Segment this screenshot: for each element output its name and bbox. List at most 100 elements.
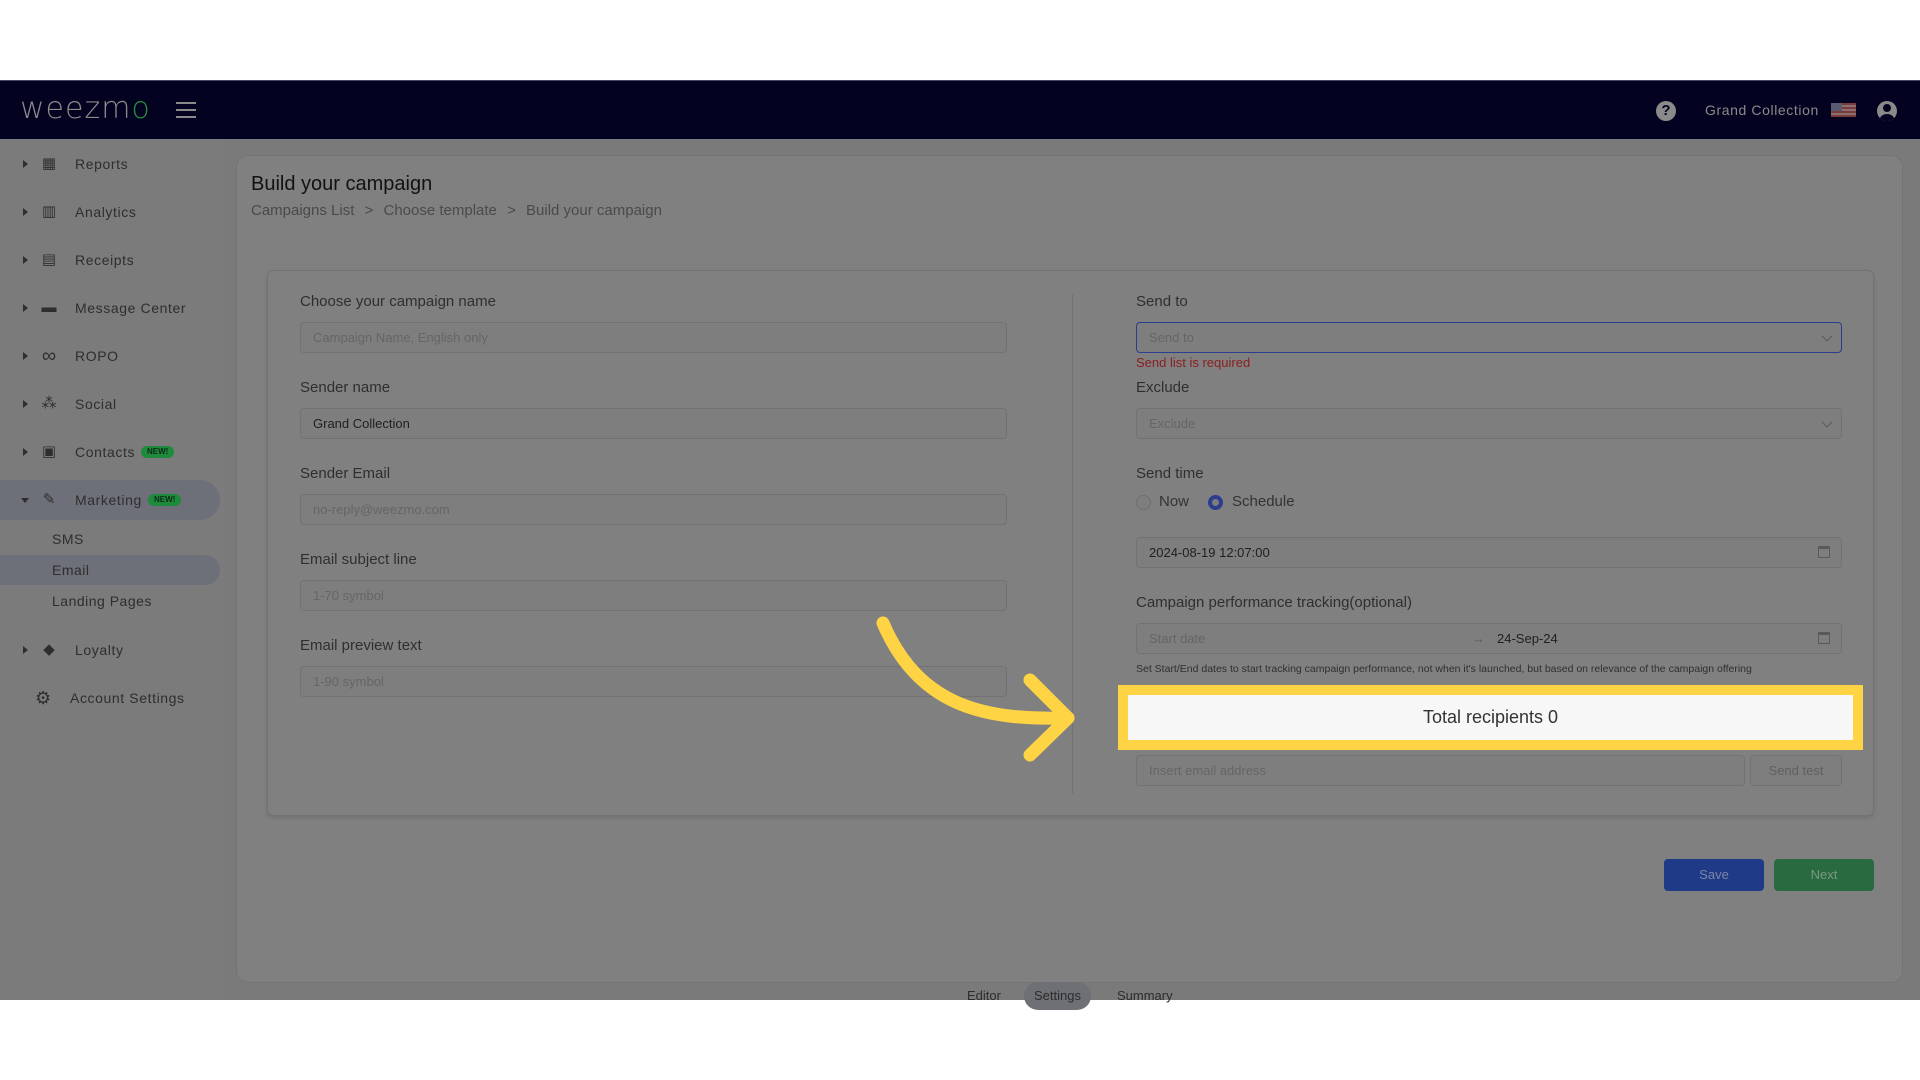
sidebar-item-label: Reports [75,156,129,172]
subitem-label: Email [52,562,90,578]
subitem-label: Landing Pages [52,593,152,609]
radio-schedule[interactable] [1208,495,1223,510]
sidebar-item-label: Marketing [75,492,142,508]
gear-icon: ⚙ [35,688,52,708]
total-recipients-text: Total recipients 0 [1422,707,1559,727]
sidebar-item-contacts[interactable]: ▣ Contacts NEW! [0,432,220,472]
sidebar: ▦ Reports ▥ Analytics ▤ Receipts ▬ Message C… [0,139,225,1000]
exclude-label: Exclude [1136,379,1190,396]
sidebar-item-label: Contacts [75,444,136,460]
sidebar-item-analytics[interactable]: ▥ Analytics [0,192,220,232]
caret-right-icon [23,646,28,654]
sidebar-item-loyalty[interactable]: ◆ Loyalty [0,630,220,670]
campaign-name-input[interactable]: Campaign Name, English only [300,322,1007,353]
sidebar-item-label: Message Center [75,300,187,316]
sidebar-subitem-sms[interactable]: SMS [0,524,220,554]
campaign-name-label: Choose your campaign name [300,293,496,310]
sidebar-item-label: Loyalty [75,642,124,658]
sidebar-item-message-center[interactable]: ▬ Message Center [0,288,220,328]
caret-right-icon [23,160,28,168]
sidebar-item-label: ROPO [75,348,119,364]
breadcrumb-choose-template[interactable]: Choose template [384,202,497,219]
sender-email-label: Sender Email [300,465,391,482]
breadcrumb-separator: > [507,202,516,219]
subject-line-input[interactable]: 1-70 symbol [300,580,1007,611]
contacts-icon: ▣ [41,443,57,460]
sidebar-item-receipts[interactable]: ▤ Receipts [0,240,220,280]
send-time-label: Send time [1136,465,1204,482]
tab-settings[interactable]: Settings [1024,982,1091,1010]
breadcrumb-campaigns-list[interactable]: Campaigns List [251,202,354,219]
tab-editor[interactable]: Editor [957,982,1011,1010]
breadcrumb-current: Build your campaign [526,202,662,219]
chevron-down-icon [1821,416,1833,428]
sidebar-item-reports[interactable]: ▦ Reports [0,144,220,184]
test-email-input[interactable]: Insert email address [1136,755,1745,786]
preview-text-input[interactable]: 1-90 symbol [300,666,1007,697]
chat-icon: ▬ [41,299,57,316]
radio-now-label[interactable]: Now [1159,493,1189,510]
hamburger-menu-icon[interactable] [176,102,196,118]
total-recipients-highlight: Total recipients 0 [1118,685,1863,750]
exclude-placeholder: Exclude [1149,416,1196,431]
sidebar-item-social[interactable]: ⁂ Social [0,384,220,424]
campaign-icon: ✎ [42,491,56,508]
sidebar-item-label: Account Settings [70,690,185,706]
app-root: weezmo ? Grand Collection ▦ Reports ▥ Anal… [0,80,1920,1010]
range-arrow-icon: → [1472,631,1485,646]
send-to-select[interactable]: Send to [1136,322,1842,353]
send-to-placeholder: Send to [1149,330,1194,345]
sidebar-item-label: Receipts [75,252,135,268]
chevron-down-icon [1821,330,1833,342]
subject-line-label: Email subject line [300,551,417,568]
calendar-icon [1818,546,1830,558]
dashboard-icon: ▦ [41,155,57,172]
breadcrumb: Campaigns List > Choose template > Build… [251,202,668,219]
send-test-button[interactable]: Send test [1750,755,1842,786]
sidebar-item-label: Analytics [75,204,137,220]
start-date-placeholder[interactable]: Start date [1149,631,1205,646]
caret-right-icon [23,400,28,408]
sender-name-input[interactable]: Grand Collection [300,408,1007,439]
send-to-label: Send to [1136,293,1188,310]
sidebar-subitem-email[interactable]: Email [0,555,220,585]
groups-icon: ⁂ [41,395,57,412]
top-bar: weezmo ? Grand Collection [0,80,1920,139]
tracking-date-range[interactable]: Start date → 24-Sep-24 [1136,623,1842,654]
next-button[interactable]: Next [1774,859,1874,891]
send-to-error: Send list is required [1136,355,1251,370]
radio-now[interactable] [1136,495,1151,510]
sidebar-item-ropo[interactable]: ∞ ROPO [0,336,220,376]
sidebar-item-account-settings[interactable]: ⚙ Account Settings [0,678,220,718]
new-badge: NEW! [148,494,182,506]
preview-text-label: Email preview text [300,637,422,654]
page-title: Build your campaign [251,173,433,195]
radio-schedule-label[interactable]: Schedule [1232,493,1295,510]
caret-down-icon [21,497,29,503]
weezmo-logo[interactable]: weezmo [20,91,151,126]
sidebar-item-marketing[interactable]: ✎ Marketing NEW! [0,480,220,520]
infinity-icon: ∞ [41,345,57,367]
receipt-icon: ▤ [41,251,57,268]
logo-text: weezm [20,91,132,126]
caret-right-icon [23,208,28,216]
end-date-value[interactable]: 24-Sep-24 [1497,624,1558,653]
schedule-datetime-input[interactable]: 2024-08-19 12:07:00 [1136,537,1842,568]
new-badge: NEW! [141,446,175,458]
logo-accent: o [131,91,151,126]
caret-right-icon [23,256,28,264]
sidebar-subitem-landing-pages[interactable]: Landing Pages [0,586,220,616]
analytics-icon: ▥ [41,203,57,220]
user-account-icon[interactable] [1877,101,1897,121]
caret-right-icon [23,448,28,456]
exclude-select[interactable]: Exclude [1136,408,1842,439]
save-button[interactable]: Save [1664,859,1764,891]
tracking-hint: Set Start/End dates to start tracking ca… [1136,663,1752,675]
sender-email-input[interactable]: no-reply@weezmo.com [300,494,1007,525]
account-name[interactable]: Grand Collection [1705,102,1819,118]
us-flag-icon[interactable] [1831,103,1856,117]
tab-summary[interactable]: Summary [1107,982,1183,1010]
help-icon[interactable]: ? [1656,101,1676,121]
breadcrumb-separator: > [364,202,374,219]
caret-right-icon [23,352,28,360]
